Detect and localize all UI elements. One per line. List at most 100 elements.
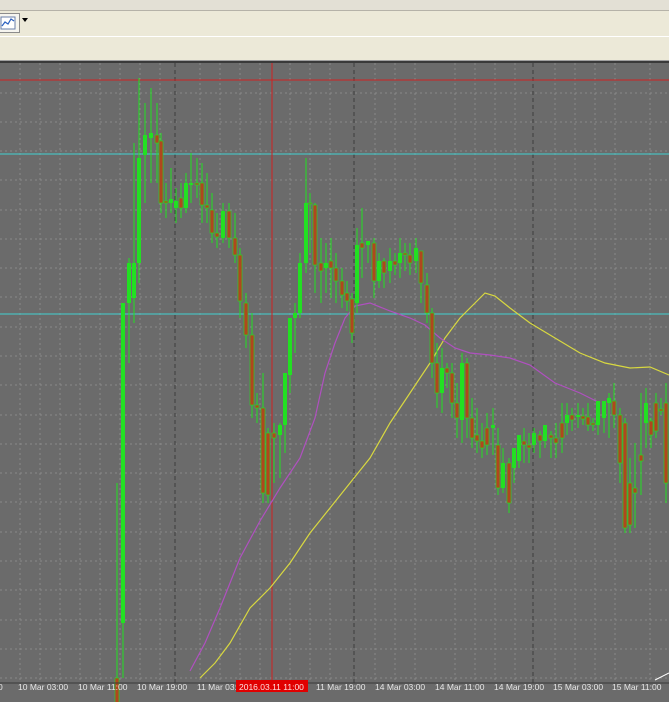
horizontal-grid <box>0 92 669 679</box>
bullish-candle <box>440 368 444 393</box>
bullish-candle <box>174 201 178 208</box>
bearish-candle <box>199 182 205 206</box>
bearish-candle <box>178 197 184 209</box>
bearish-candle <box>521 440 527 446</box>
bullish-candle <box>121 303 125 623</box>
bullish-candle <box>221 211 225 238</box>
bearish-candle <box>371 242 377 282</box>
bearish-candle <box>454 402 460 419</box>
bearish-candle <box>163 200 169 204</box>
bearish-candle <box>429 312 435 364</box>
bearish-candle <box>569 414 575 421</box>
bullish-candle <box>602 401 606 418</box>
bearish-candle <box>495 444 501 489</box>
candlestick-series <box>114 78 669 702</box>
bullish-candle <box>501 463 505 488</box>
x-tick-label: 15 Mar 03:00 <box>553 682 603 692</box>
bullish-candle <box>532 433 536 445</box>
bullish-candle <box>517 435 521 461</box>
bullish-candle <box>288 318 292 375</box>
bearish-candle <box>254 404 260 409</box>
bearish-candle <box>611 400 617 416</box>
bearish-candle <box>464 362 470 419</box>
bearish-candle <box>449 372 455 404</box>
bearish-candle <box>260 407 266 494</box>
bearish-candle <box>663 402 669 484</box>
caret-down-icon[interactable] <box>22 18 28 22</box>
bullish-candle <box>607 398 611 403</box>
x-tick-label: 14 Mar 03:00 <box>375 682 425 692</box>
bearish-candle <box>559 422 565 439</box>
x-axis-ticks: 0 10 Mar 03:00 10 Mar 11:00 10 Mar 19:00… <box>0 680 662 692</box>
bullish-candle <box>149 133 153 138</box>
bullish-candle <box>576 415 580 417</box>
bearish-candle <box>333 267 339 282</box>
bearish-candle <box>434 362 440 394</box>
bearish-candle <box>580 415 586 420</box>
bearish-candle <box>339 280 345 296</box>
bearish-candle <box>418 250 424 284</box>
bearish-candle <box>214 232 220 238</box>
bearish-candle <box>469 417 475 439</box>
chart-canvas[interactable]: 0 10 Mar 03:00 10 Mar 11:00 10 Mar 19:00… <box>0 63 669 702</box>
bearish-candle <box>653 402 659 432</box>
bearish-candle <box>209 209 215 234</box>
bearish-candle <box>479 440 485 449</box>
x-tick-label: 14 Mar 19:00 <box>494 682 544 692</box>
bearish-candle <box>537 434 543 442</box>
line-chart-icon <box>0 16 16 30</box>
x-tick-label: 0 <box>0 682 3 692</box>
bearish-candle <box>249 334 255 406</box>
bearish-candle <box>444 367 450 374</box>
bearish-candle <box>627 482 633 526</box>
bullish-candle <box>491 425 495 428</box>
bearish-candle <box>158 140 164 204</box>
bearish-candle <box>265 432 271 496</box>
bearish-candle <box>585 416 591 426</box>
x-tick-label: 15 Mar 11:00 <box>612 682 662 692</box>
bearish-candle <box>632 487 638 494</box>
bullish-candle <box>278 425 282 435</box>
x-tick-label: 10 Mar 19:00 <box>137 682 187 692</box>
bearish-candle <box>318 262 324 272</box>
price-chart[interactable]: 0 10 Mar 03:00 10 Mar 11:00 10 Mar 19:00… <box>0 61 669 702</box>
bearish-candle <box>407 254 413 264</box>
bullish-candle <box>127 263 131 303</box>
bullish-candle <box>169 199 173 203</box>
bullish-candle <box>565 415 569 423</box>
bullish-candle <box>398 253 402 263</box>
bullish-candle <box>512 448 516 468</box>
resize-grip-icon[interactable] <box>654 672 669 681</box>
bearish-candle <box>548 434 554 439</box>
chart-type-button[interactable] <box>0 13 20 33</box>
bearish-candle <box>271 432 277 439</box>
bullish-candle <box>132 263 136 298</box>
x-tick-label: 10 Mar 03:00 <box>18 682 68 692</box>
toolbar-top-strip <box>0 0 669 11</box>
bullish-candle <box>644 403 648 423</box>
bearish-candle <box>194 182 200 186</box>
bearish-candle <box>590 422 596 426</box>
bearish-candle <box>307 202 313 205</box>
bearish-candle <box>638 454 644 462</box>
bullish-candle <box>298 263 302 313</box>
bullish-candle <box>355 245 359 303</box>
bullish-candle <box>543 425 547 441</box>
bearish-candle <box>658 408 664 412</box>
bullish-candle <box>414 248 418 261</box>
bearish-candle <box>232 237 238 256</box>
x-tick-label: 11 Mar 19:00 <box>316 682 366 692</box>
bullish-candle <box>324 263 328 268</box>
bearish-candle <box>402 252 408 256</box>
bearish-candle <box>359 242 365 249</box>
x-tick-label: 10 Mar 11:00 <box>78 682 128 692</box>
crosshair-time-label: 2016.03.11 11:00 <box>239 682 304 692</box>
x-tick-label: 14 Mar 11:00 <box>435 682 485 692</box>
bearish-candle <box>622 422 628 529</box>
bullish-candle <box>189 183 193 185</box>
bullish-candle <box>184 183 188 208</box>
bearish-candle <box>474 434 480 442</box>
toolbar-divider <box>0 36 669 37</box>
bearish-candle <box>237 254 243 302</box>
bearish-candle <box>312 204 318 266</box>
